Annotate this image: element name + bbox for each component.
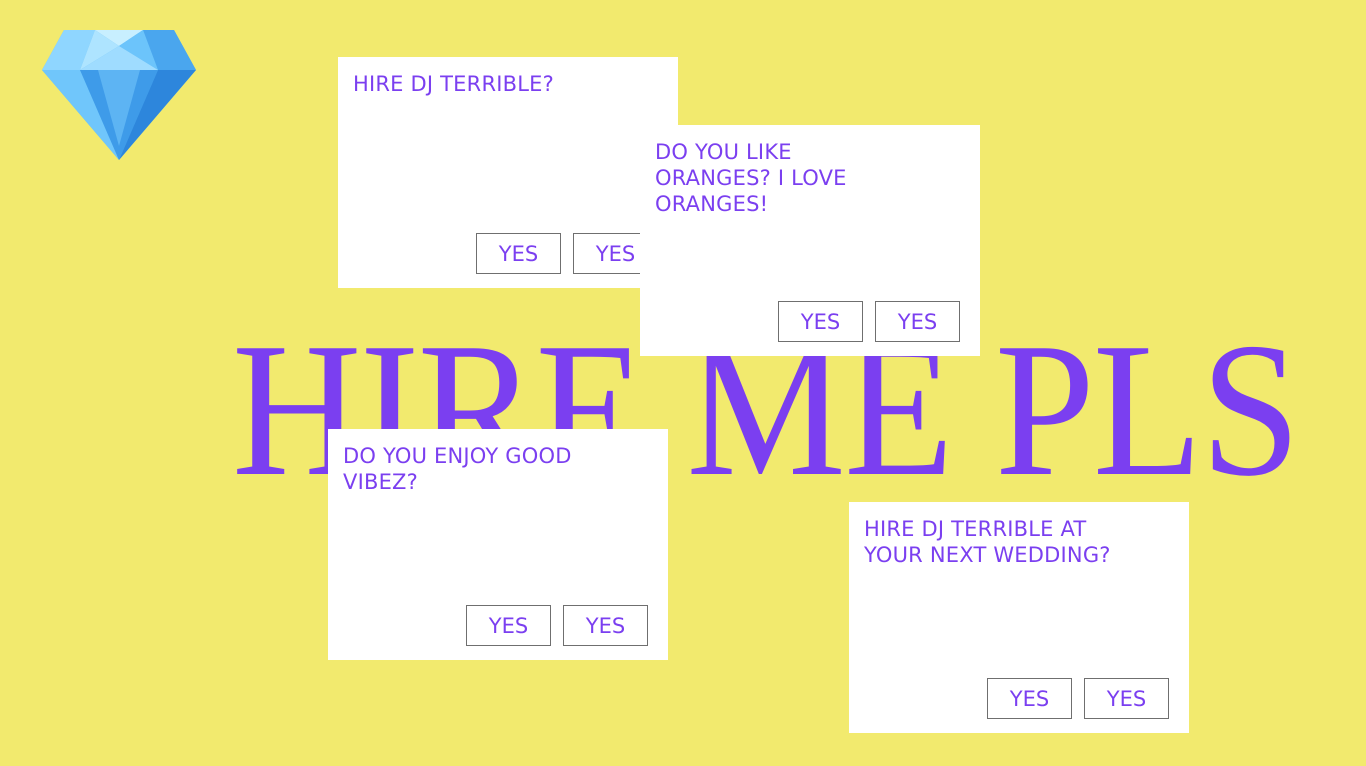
yes-button[interactable]: YES [875, 301, 960, 342]
dialog-wedding: HIRE DJ TERRIBLE AT YOUR NEXT WEDDING? Y… [849, 502, 1189, 733]
yes-button[interactable]: YES [466, 605, 551, 646]
yes-button[interactable]: YES [778, 301, 863, 342]
dialog-good-vibez: DO YOU ENJOY GOOD VIBEZ? YES YES [328, 429, 668, 660]
yes-button[interactable]: YES [476, 233, 561, 274]
dialog-question: DO YOU ENJOY GOOD VIBEZ? [343, 444, 572, 494]
dialog-question: DO YOU LIKE ORANGES? I LOVE ORANGES! [655, 140, 847, 216]
yes-button[interactable]: YES [1084, 678, 1169, 719]
dialog-hire-dj: HIRE DJ TERRIBLE? YES YES [338, 57, 678, 288]
dialog-question: HIRE DJ TERRIBLE AT YOUR NEXT WEDDING? [864, 517, 1111, 567]
gem-icon [42, 30, 196, 160]
dialog-question: HIRE DJ TERRIBLE? [353, 72, 554, 96]
yes-button[interactable]: YES [987, 678, 1072, 719]
yes-button[interactable]: YES [563, 605, 648, 646]
dialog-oranges: DO YOU LIKE ORANGES? I LOVE ORANGES! YES… [640, 125, 980, 356]
page: { "brand": { "logo_icon": "gem-icon", "l… [0, 0, 1366, 766]
